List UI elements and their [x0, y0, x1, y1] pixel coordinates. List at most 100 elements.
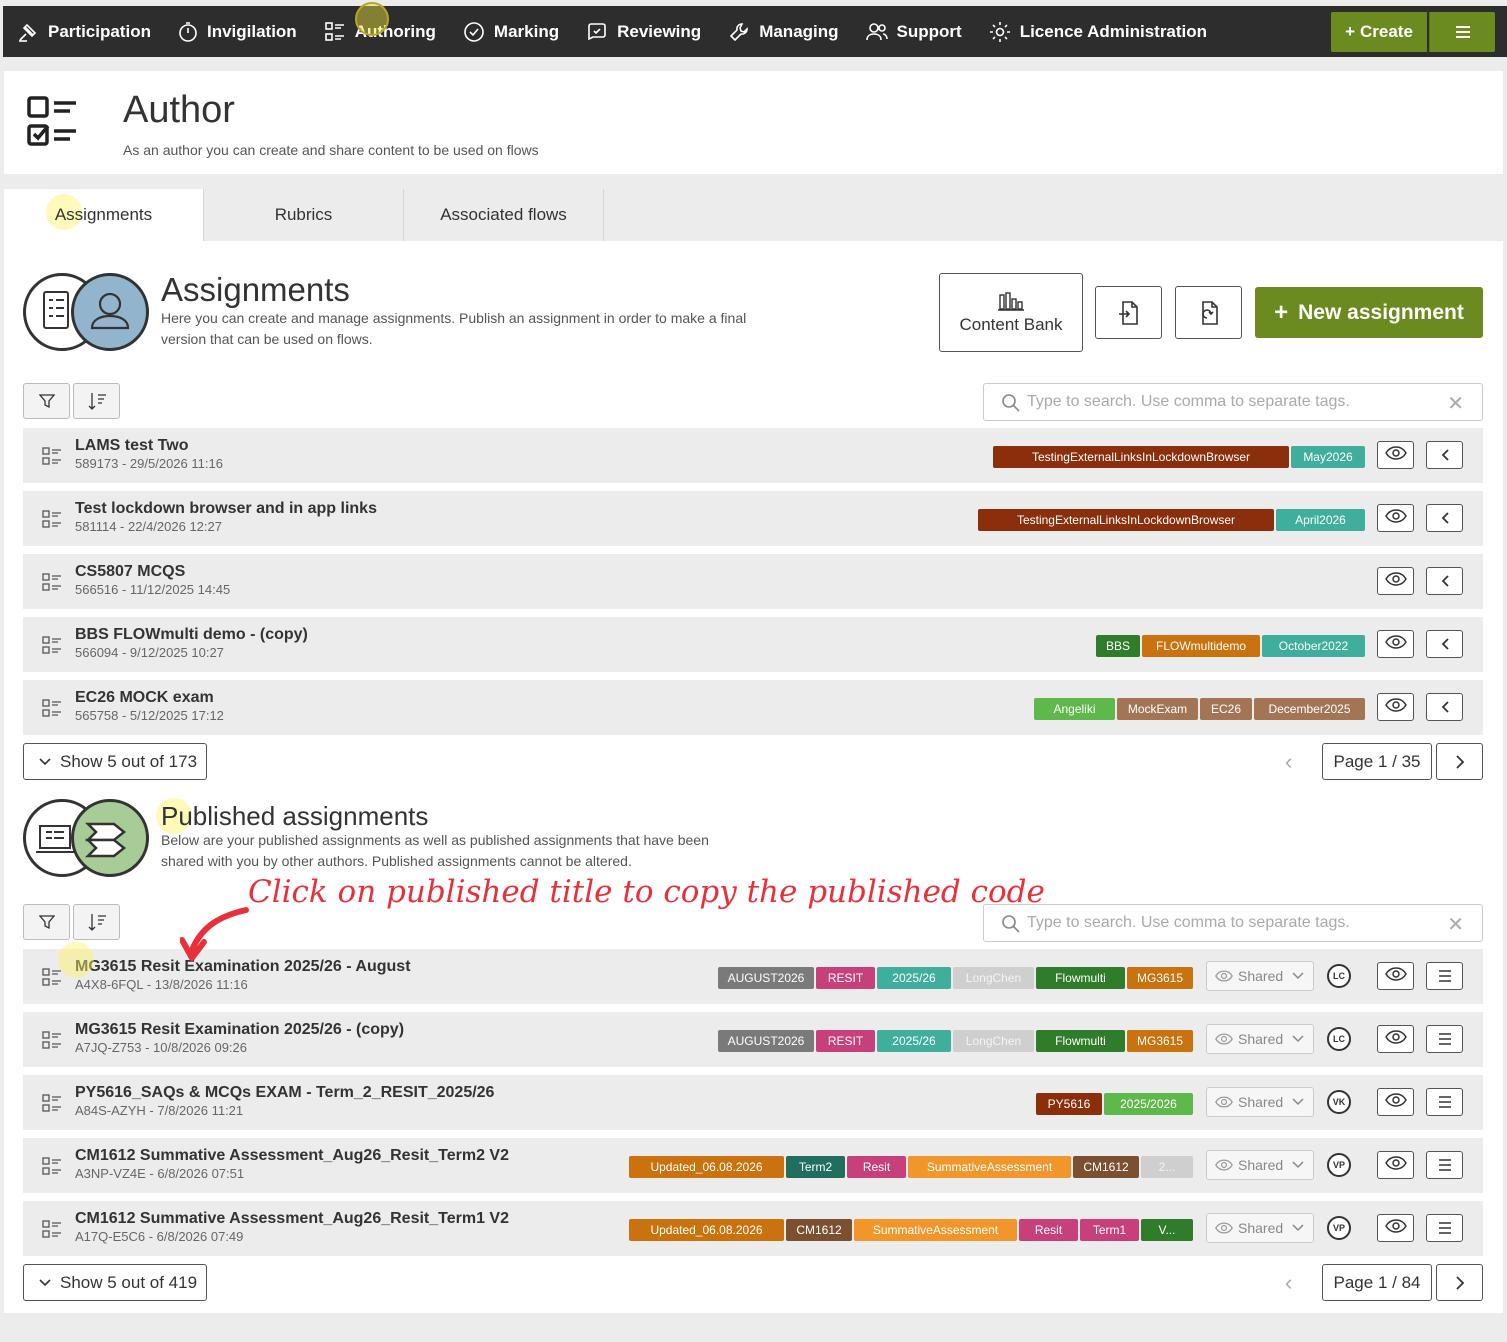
- options-menu-button[interactable]: [1426, 1214, 1463, 1242]
- options-menu-button[interactable]: [1426, 1151, 1463, 1179]
- options-menu-button[interactable]: [1426, 1025, 1463, 1053]
- expand-button[interactable]: [1426, 630, 1463, 658]
- shared-dropdown[interactable]: Shared: [1206, 961, 1314, 991]
- preview-button[interactable]: [1377, 567, 1414, 595]
- expand-button[interactable]: [1426, 693, 1463, 721]
- export-button[interactable]: [1175, 286, 1242, 339]
- import-button[interactable]: [1095, 286, 1162, 339]
- published-title-link[interactable]: CM1612 Summative Assessment_Aug26_Resit_…: [75, 1147, 509, 1165]
- published-title-link[interactable]: CM1612 Summative Assessment_Aug26_Resit_…: [75, 1210, 509, 1228]
- shared-dropdown[interactable]: Shared: [1206, 1024, 1314, 1054]
- assignment-row[interactable]: BBS FLOWmulti demo - (copy) 566094 - 9/12…: [23, 617, 1483, 672]
- assignment-icon: [42, 1219, 62, 1244]
- tag-badge: TestingExternalLinksInLockdownBrowser: [978, 509, 1274, 531]
- eye-icon: [1215, 1033, 1233, 1045]
- tab-bar: Assignments Rubrics Associated flows: [4, 189, 1503, 241]
- filter-button[interactable]: [23, 383, 70, 419]
- filter-icon: [38, 394, 55, 409]
- assignment-title[interactable]: BBS FLOWmulti demo - (copy): [75, 626, 308, 644]
- new-assignment-button[interactable]: + New assignment: [1255, 287, 1483, 338]
- published-row[interactable]: PY5616_SAQs & MCQs EXAM - Term_2_RESIT_2…: [23, 1075, 1483, 1130]
- nav-managing[interactable]: Managing: [728, 6, 839, 57]
- wrench-icon: [730, 22, 748, 41]
- create-button[interactable]: + Create: [1331, 12, 1427, 52]
- nav-support[interactable]: Support: [865, 6, 962, 57]
- published-row[interactable]: CM1612 Summative Assessment_Aug26_Resit_…: [23, 1138, 1483, 1193]
- tag-badge: MG3615: [1127, 1030, 1193, 1052]
- preview-button[interactable]: [1377, 1151, 1414, 1179]
- sort-button[interactable]: [73, 383, 120, 419]
- main-content: Assignments Rubrics Associated flows Ass…: [4, 189, 1503, 1313]
- eye-icon: [1215, 1222, 1233, 1234]
- tag-badge: 2025/26: [877, 967, 951, 989]
- tag-badge: AUGUST2026: [718, 967, 814, 989]
- assignment-title[interactable]: CS5807 MCQS: [75, 563, 185, 581]
- options-menu-button[interactable]: [1426, 1088, 1463, 1116]
- eye-icon: [1215, 1159, 1233, 1171]
- nav-participation[interactable]: Participation: [17, 6, 151, 57]
- next-page-button[interactable]: [1436, 743, 1483, 780]
- nav-reviewing[interactable]: Reviewing: [586, 6, 701, 57]
- published-row[interactable]: CM1612 Summative Assessment_Aug26_Resit_…: [23, 1201, 1483, 1256]
- nav-authoring[interactable]: Authoring: [324, 2, 436, 57]
- assignment-title[interactable]: LAMS test Two: [75, 437, 188, 455]
- preview-button[interactable]: [1377, 1088, 1414, 1116]
- preview-button[interactable]: [1377, 441, 1414, 469]
- eye-icon: [1384, 966, 1407, 986]
- preview-button[interactable]: [1377, 962, 1414, 990]
- assignment-row[interactable]: LAMS test Two 589173 - 29/5/2026 11:16 Tes…: [23, 428, 1483, 483]
- published-search-input[interactable]: Type to search. Use comma to separate ta…: [983, 904, 1483, 942]
- published-title-link[interactable]: PY5616_SAQs & MCQs EXAM - Term_2_RESIT_2…: [75, 1084, 494, 1102]
- sort-icon: [88, 914, 106, 931]
- assignments-search-input[interactable]: Type to search. Use comma to separate ta…: [983, 383, 1483, 421]
- assignment-title[interactable]: EC26 MOCK exam: [75, 689, 214, 707]
- preview-button[interactable]: [1377, 630, 1414, 658]
- eye-icon: [1384, 1155, 1407, 1175]
- assignment-meta: 589173 - 29/5/2026 11:16: [75, 456, 223, 471]
- expand-button[interactable]: [1426, 567, 1463, 595]
- published-next-page-button[interactable]: [1436, 1264, 1483, 1301]
- shared-dropdown[interactable]: Shared: [1206, 1213, 1314, 1243]
- assignment-row[interactable]: CS5807 MCQS 566516 - 11/12/2025 14:45: [23, 554, 1483, 609]
- prev-page-icon[interactable]: ‹: [1285, 749, 1292, 775]
- show-more-published-button[interactable]: Show 5 out of 419: [23, 1264, 207, 1301]
- clear-search-icon[interactable]: ✕: [1447, 391, 1464, 416]
- options-menu-button[interactable]: [1426, 962, 1463, 990]
- tag-list: TestingExternalLinksInLockdownBrowser May…: [991, 446, 1365, 468]
- preview-button[interactable]: [1377, 1214, 1414, 1242]
- annotation-text: Click on published title to copy the pub…: [248, 874, 1045, 910]
- tag-badge: Resit: [1019, 1219, 1078, 1241]
- assignment-row[interactable]: Test lockdown browser and in app links 58…: [23, 491, 1483, 546]
- tag-badge: PY5616: [1036, 1093, 1102, 1115]
- tab-associated-flows[interactable]: Associated flows: [404, 189, 604, 241]
- published-title-link[interactable]: MG3615 Resit Examination 2025/26 - (copy…: [75, 1021, 404, 1039]
- show-more-assignments-button[interactable]: Show 5 out of 173: [23, 743, 207, 780]
- nav-invigilation[interactable]: Invigilation: [178, 6, 297, 57]
- assignment-meta: 566094 - 9/12/2025 10:27: [75, 645, 224, 660]
- shared-dropdown[interactable]: Shared: [1206, 1087, 1314, 1117]
- nav-licence-administration[interactable]: Licence Administration: [989, 6, 1207, 57]
- hamburger-icon: [1438, 1096, 1451, 1108]
- tab-rubrics[interactable]: Rubrics: [204, 189, 404, 241]
- shared-dropdown[interactable]: Shared: [1206, 1150, 1314, 1180]
- assignment-title[interactable]: Test lockdown browser and in app links: [75, 500, 377, 518]
- published-sort-button[interactable]: [73, 904, 120, 940]
- expand-button[interactable]: [1426, 504, 1463, 532]
- published-filter-button[interactable]: [23, 904, 70, 940]
- prev-page-icon[interactable]: ‹: [1285, 1270, 1292, 1296]
- expand-button[interactable]: [1426, 441, 1463, 469]
- assignment-icon: [42, 572, 62, 597]
- nav-marking[interactable]: Marking: [463, 6, 559, 57]
- clear-search-icon[interactable]: ✕: [1447, 912, 1464, 937]
- tab-assignments[interactable]: Assignments: [4, 189, 204, 241]
- content-bank-button[interactable]: Content Bank: [939, 273, 1083, 352]
- hamburger-icon: [1438, 1222, 1451, 1234]
- preview-button[interactable]: [1377, 693, 1414, 721]
- assignment-row[interactable]: EC26 MOCK exam 565758 - 5/12/2025 17:12 An…: [23, 680, 1483, 735]
- hamburger-menu-button[interactable]: [1429, 12, 1495, 52]
- preview-button[interactable]: [1377, 1025, 1414, 1053]
- chevron-right-icon: [1455, 754, 1464, 769]
- hamburger-icon: [1438, 1159, 1451, 1171]
- preview-button[interactable]: [1377, 504, 1414, 532]
- published-row[interactable]: MG3615 Resit Examination 2025/26 - (copy…: [23, 1012, 1483, 1067]
